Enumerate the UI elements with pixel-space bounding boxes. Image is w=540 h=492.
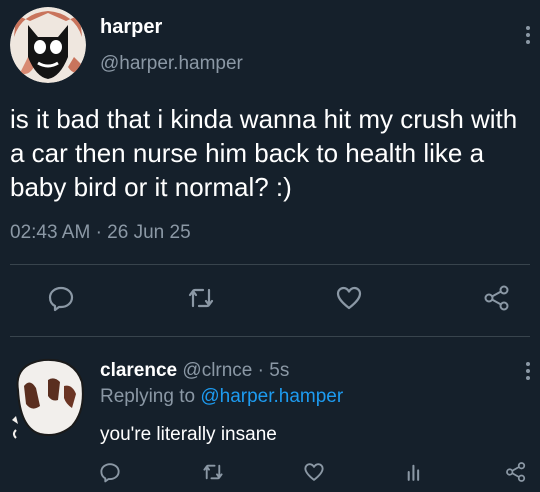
- divider: [10, 264, 530, 265]
- reply-actions: [0, 461, 540, 485]
- share-icon[interactable]: [505, 461, 527, 483]
- reply-avatar[interactable]: [10, 350, 90, 446]
- avatar[interactable]: [10, 7, 86, 83]
- retweet-icon[interactable]: [187, 284, 215, 312]
- reply-handle[interactable]: @clrnce: [182, 360, 252, 381]
- more-options-icon[interactable]: [526, 362, 530, 380]
- tweet-time: 02:43 AM: [10, 222, 91, 243]
- tweet-text: is it bad that i kinda wanna hit my crus…: [10, 104, 518, 202]
- reply-display-name[interactable]: clarence: [100, 360, 177, 381]
- replying-to: Replying to @harper.hamper: [100, 386, 343, 408]
- meta-separator: ·: [95, 222, 102, 243]
- more-options-icon[interactable]: [526, 26, 530, 44]
- meta-separator: ·: [257, 360, 264, 381]
- tweet-timestamp[interactable]: 02:43 AM · 26 Jun 25: [10, 222, 191, 244]
- like-icon[interactable]: [303, 461, 325, 483]
- divider: [10, 336, 530, 337]
- share-icon[interactable]: [483, 284, 511, 312]
- username-handle[interactable]: @harper.hamper: [100, 53, 243, 75]
- replying-to-handle[interactable]: @harper.hamper: [200, 386, 343, 407]
- reply-age[interactable]: 5s: [269, 360, 289, 381]
- display-name[interactable]: harper: [100, 16, 162, 39]
- reply-text: you're literally insane: [100, 424, 277, 445]
- reply-icon[interactable]: [99, 461, 121, 483]
- tweet-actions: [0, 284, 540, 314]
- like-icon[interactable]: [335, 284, 363, 312]
- tweet-date: 26 Jun 25: [107, 222, 191, 243]
- reply-icon[interactable]: [47, 284, 75, 312]
- retweet-icon[interactable]: [202, 461, 224, 483]
- analytics-icon[interactable]: [404, 461, 426, 483]
- replying-to-label: Replying to: [100, 386, 196, 407]
- reply-header: clarence @clrnce · 5s: [100, 360, 289, 382]
